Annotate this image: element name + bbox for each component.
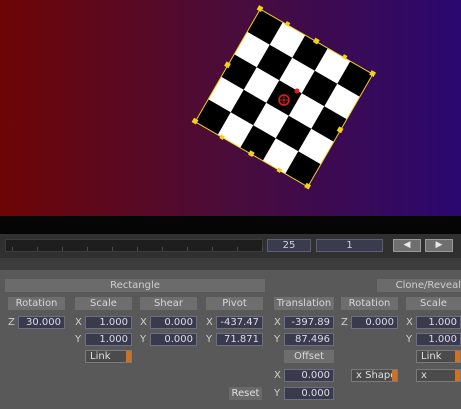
clone-scale-link-toggle[interactable]: Link <box>416 350 461 363</box>
checkerboard-rectangle[interactable] <box>0 0 461 216</box>
offset-x-field[interactable]: 0.000 <box>284 369 334 382</box>
timeline-tick <box>62 247 63 251</box>
clone-scale-link-label: Link <box>421 351 442 362</box>
link-indicator <box>126 351 131 362</box>
clone-scale-y-label: Y <box>406 334 413 345</box>
shear-header: Shear <box>140 297 197 310</box>
translation-header: Translation <box>274 297 334 310</box>
timeline-tick <box>187 247 188 251</box>
pivot-x-field[interactable]: -437.47 <box>216 316 263 329</box>
rotation-z-label: Z <box>8 317 15 328</box>
x-shape-indicator <box>392 370 397 381</box>
scale-link-toggle[interactable]: Link <box>85 350 132 363</box>
clone-rotation-z-label: Z <box>341 317 348 328</box>
x-shape-toggle[interactable]: x Shape <box>351 369 398 382</box>
clone-link-indicator <box>455 351 460 362</box>
scale-link-label: Link <box>90 351 111 362</box>
clone-rotation-header: Rotation <box>341 297 398 310</box>
clone-scale-header: Scale <box>406 297 461 310</box>
reset-button[interactable]: Reset <box>229 387 262 400</box>
shear-y-field[interactable]: 0.000 <box>150 333 197 346</box>
translation-x-field[interactable]: -397.89 <box>284 316 334 329</box>
panel-divider <box>0 258 461 270</box>
x-shape-label: x Shape <box>356 370 397 381</box>
offset-y-label: Y <box>274 388 281 399</box>
timeline-tick <box>87 247 88 251</box>
timeline-tick <box>212 247 213 251</box>
clone-reveal-section-header: Clone/Reveal <box>377 279 461 292</box>
timeline-tick <box>262 247 263 251</box>
shear-x-label: X <box>140 317 147 328</box>
scale-header: Scale <box>75 297 132 310</box>
pivot-y-field[interactable]: 71.871 <box>216 333 263 346</box>
timeline-tick <box>237 247 238 251</box>
clone-scale-x-field[interactable]: 1.000 <box>416 316 461 329</box>
rotation-header: Rotation <box>8 297 65 310</box>
scale-x-label: X <box>75 317 82 328</box>
translation-x-label: X <box>274 317 281 328</box>
viewer-bottom-border <box>0 216 461 234</box>
timeline-bar: 25 1 ◀ ▶ <box>0 234 461 258</box>
pivot-y-label: Y <box>206 334 213 345</box>
x-shape2-indicator <box>455 370 460 381</box>
translation-y-field[interactable]: 87.496 <box>284 333 334 346</box>
timeline-tick <box>112 247 113 251</box>
clone-scale-x-label: X <box>406 317 413 328</box>
pivot-x-label: X <box>206 317 213 328</box>
rotation-z-field[interactable]: 30.000 <box>18 316 65 329</box>
x-shape2-toggle[interactable]: x Shape <box>416 369 461 382</box>
x-shape2-label: x Shape <box>421 370 427 381</box>
shear-y-label: Y <box>140 334 147 345</box>
offset-header: Offset <box>284 350 334 363</box>
scale-y-field[interactable]: 1.000 <box>85 333 132 346</box>
timeline-tick <box>162 247 163 251</box>
clone-scale-y-field[interactable]: 1.000 <box>416 333 461 346</box>
clone-rotation-z-field[interactable]: 0.000 <box>351 316 398 329</box>
timeline-tick <box>37 247 38 251</box>
step-field[interactable]: 1 <box>316 239 383 252</box>
parameter-panel: Rectangle Clone/Reveal Rotation Scale Sh… <box>0 270 461 409</box>
rectangle-section-header: Rectangle <box>5 279 265 292</box>
timeline-tick <box>137 247 138 251</box>
translation-y-label: Y <box>274 334 281 345</box>
timeline-scrubber[interactable] <box>5 239 263 252</box>
next-frame-button[interactable]: ▶ <box>425 239 453 252</box>
pivot-header: Pivot <box>206 297 263 310</box>
offset-x-label: X <box>274 370 281 381</box>
shear-x-field[interactable]: 0.000 <box>150 316 197 329</box>
scale-x-field[interactable]: 1.000 <box>85 316 132 329</box>
timeline-tick <box>12 247 13 251</box>
viewer-canvas[interactable] <box>0 0 461 216</box>
offset-y-field[interactable]: 0.000 <box>284 387 334 400</box>
prev-frame-button[interactable]: ◀ <box>393 239 421 252</box>
frame-field[interactable]: 25 <box>267 239 311 252</box>
scale-y-label: Y <box>75 334 82 345</box>
